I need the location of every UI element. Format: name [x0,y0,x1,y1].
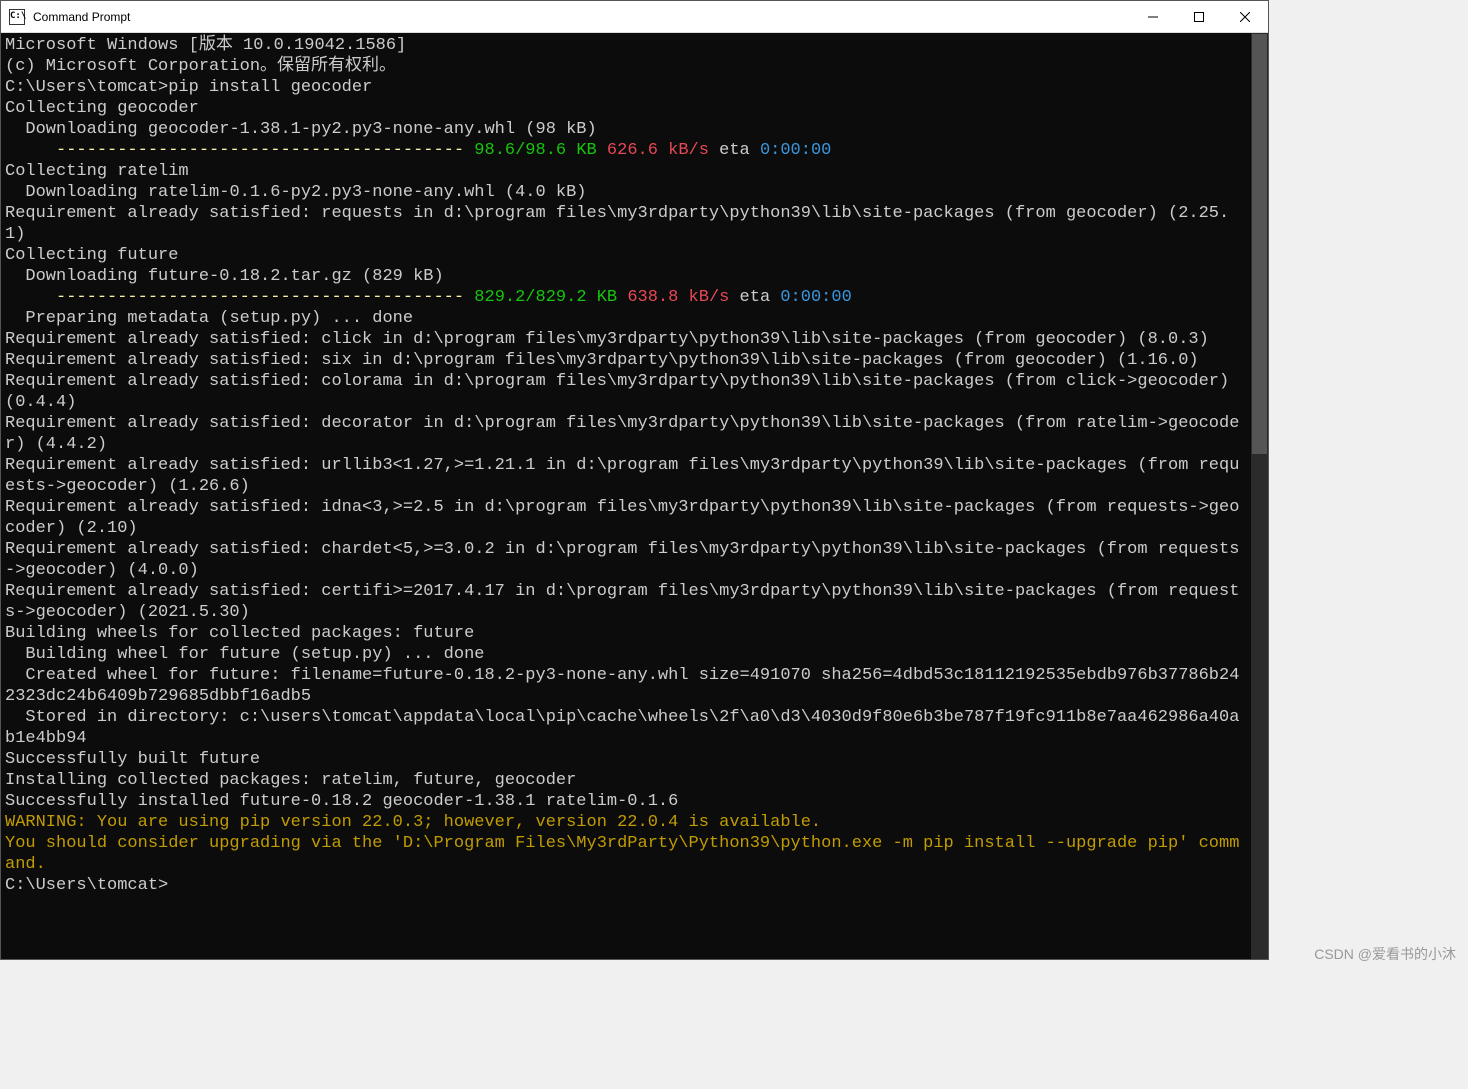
terminal-text: Downloading future-0.18.2.tar.gz (829 kB… [5,267,444,286]
progress-bar: ---------------------------------------- [56,288,474,307]
terminal-text: Requirement already satisfied: idna<3,>=… [5,498,1239,538]
terminal-text: Stored in directory: c:\users\tomcat\app… [5,708,1239,748]
maximize-button[interactable] [1176,1,1222,32]
terminal-text: Building wheel for future (setup.py) ...… [5,645,484,664]
titlebar[interactable]: C:\ Command Prompt [1,1,1268,33]
progress-size: 829.2/829.2 KB [474,288,627,307]
warning-text: You should consider upgrading via the 'D… [5,834,1239,874]
terminal-text: Created wheel for future: filename=futur… [5,666,1239,706]
command-prompt-window: C:\ Command Prompt Microsoft Windows [版本… [0,0,1269,960]
minimize-button[interactable] [1130,1,1176,32]
progress-speed: 626.6 kB/s [607,141,719,160]
terminal-text: eta [740,288,781,307]
terminal-text: Requirement already satisfied: urllib3<1… [5,456,1239,496]
terminal-text: Requirement already satisfied: six in d:… [5,351,1199,370]
terminal-text: Requirement already satisfied: requests … [5,204,1229,244]
terminal-text: Microsoft Windows [版本 10.0.19042.1586] [5,36,406,55]
terminal[interactable]: Microsoft Windows [版本 10.0.19042.1586] (c… [1,33,1251,959]
terminal-text: Installing collected packages: ratelim, … [5,771,576,790]
close-button[interactable] [1222,1,1268,32]
terminal-text: Building wheels for collected packages: … [5,624,474,643]
terminal-text: eta [719,141,760,160]
prompt-path: C:\Users\tomcat> [5,78,168,97]
prompt-path: C:\Users\tomcat> [5,876,168,895]
terminal-text: Successfully installed future-0.18.2 geo… [5,792,678,811]
terminal-text: Requirement already satisfied: decorator… [5,414,1239,454]
terminal-text [5,288,56,307]
vertical-scrollbar[interactable] [1251,33,1268,959]
terminal-text: Requirement already satisfied: chardet<5… [5,540,1239,580]
terminal-text: Requirement already satisfied: certifi>=… [5,582,1239,622]
terminal-text: Requirement already satisfied: click in … [5,330,1209,349]
terminal-text: Downloading geocoder-1.38.1-py2.py3-none… [5,120,597,139]
terminal-text: Collecting geocoder [5,99,199,118]
terminal-text: Downloading ratelim-0.1.6-py2.py3-none-a… [5,183,587,202]
terminal-text: Preparing metadata (setup.py) ... done [5,309,413,328]
window-title: Command Prompt [33,10,1130,24]
progress-bar: ---------------------------------------- [56,141,474,160]
command-input: pip install geocoder [168,78,372,97]
progress-speed: 638.8 kB/s [627,288,739,307]
watermark: CSDN @爱看书的小沐 [1314,944,1456,964]
terminal-area: Microsoft Windows [版本 10.0.19042.1586] (c… [1,33,1268,959]
terminal-text: (c) Microsoft Corporation。保留所有权利。 [5,57,396,76]
terminal-text [5,141,56,160]
terminal-text: Requirement already satisfied: colorama … [5,372,1239,412]
scrollbar-thumb[interactable] [1252,34,1267,454]
progress-eta: 0:00:00 [780,288,851,307]
terminal-text: Collecting ratelim [5,162,189,181]
window-controls [1130,1,1268,32]
app-icon: C:\ [9,9,25,25]
progress-eta: 0:00:00 [760,141,831,160]
terminal-text: Successfully built future [5,750,260,769]
warning-text: WARNING: You are using pip version 22.0.… [5,813,821,832]
progress-size: 98.6/98.6 KB [474,141,607,160]
terminal-text: Collecting future [5,246,178,265]
